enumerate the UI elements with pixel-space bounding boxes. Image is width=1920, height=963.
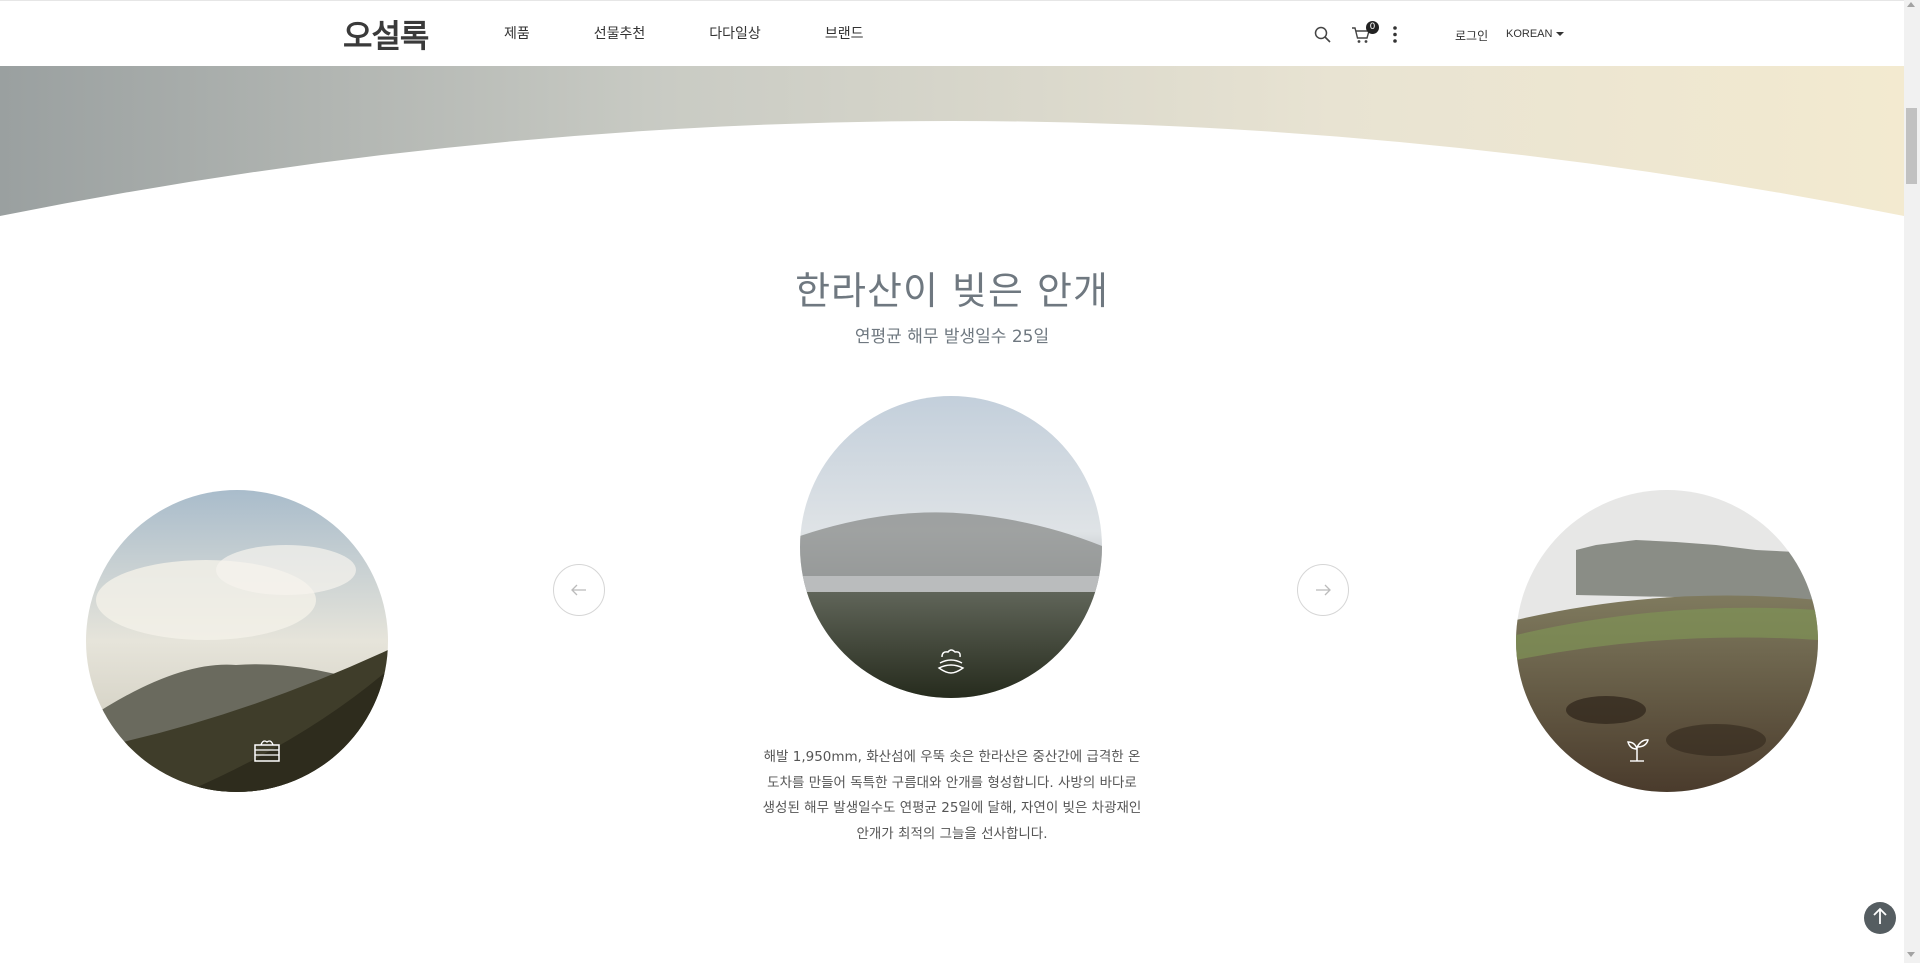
arrow-right-icon xyxy=(1315,581,1331,600)
sprout-icon xyxy=(1622,735,1652,767)
slide-image-cloudy-mountain[interactable] xyxy=(86,490,388,792)
arrow-left-icon xyxy=(571,581,587,600)
section-subtitle: 연평균 해무 발생일수 25일 xyxy=(854,327,1050,347)
kebab-menu-icon[interactable] xyxy=(1393,26,1397,47)
carousel-prev-button[interactable] xyxy=(553,564,605,616)
scroll-down-arrow-icon[interactable] xyxy=(1907,952,1915,957)
cloud-fog-icon xyxy=(936,647,966,679)
section-description: 해발 1,950mm, 화산섬에 우뚝 솟은 한라산은 중산간에 급격한 온도차… xyxy=(762,749,1142,842)
language-select[interactable]: KOREAN xyxy=(1506,28,1565,40)
caret-down-icon xyxy=(1556,32,1565,36)
cart-count-badge: 0 xyxy=(1366,21,1379,34)
site-header: 오설록 제품 선물추천 다다일상 브랜드 0 로그인 KOREAN xyxy=(0,0,1904,66)
nav-item-gifts[interactable]: 선물추천 xyxy=(594,23,646,43)
search-icon[interactable] xyxy=(1314,26,1331,47)
slide-image-misty-farmland[interactable] xyxy=(1516,490,1818,792)
carousel-next-button[interactable] xyxy=(1297,564,1349,616)
nav-item-brand[interactable]: 브랜드 xyxy=(825,23,864,43)
nav-item-products[interactable]: 제품 xyxy=(504,23,530,43)
nav-item-daily[interactable]: 다다일상 xyxy=(709,23,761,43)
section-title: 한라산이 빚은 안개 xyxy=(795,269,1109,313)
main-nav: 제품 선물추천 다다일상 브랜드 xyxy=(504,23,927,43)
scrollbar-thumb[interactable] xyxy=(1906,108,1917,184)
brand-logo[interactable]: 오설록 xyxy=(343,11,429,57)
login-link[interactable]: 로그인 xyxy=(1455,27,1488,44)
language-label: KOREAN xyxy=(1506,28,1553,40)
scroll-up-arrow-icon[interactable] xyxy=(1907,2,1915,7)
back-to-top-button[interactable] xyxy=(1864,902,1896,934)
tea-box-icon xyxy=(251,736,283,768)
hero-image-band xyxy=(0,66,1904,226)
arrow-up-icon xyxy=(1873,907,1887,929)
